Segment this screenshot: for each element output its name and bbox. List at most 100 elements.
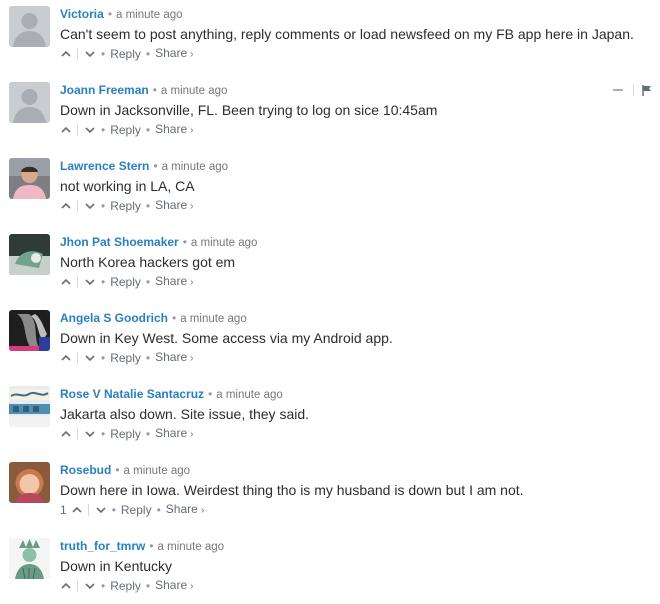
downvote-button[interactable] (84, 428, 96, 440)
comment-body: Can't seem to post anything, reply comme… (60, 26, 634, 42)
comment-actions: • Reply • Share › (60, 350, 193, 366)
author-name[interactable]: Rose V Natalie Santacruz (60, 387, 204, 401)
share-button[interactable]: Share › (155, 274, 193, 290)
share-button[interactable]: Share › (155, 350, 193, 366)
comment-body: Down here in Iowa. Weirdest thing tho is… (60, 482, 524, 498)
reply-button[interactable]: Reply (110, 47, 141, 61)
comment-actions: • Reply • Share › (60, 198, 193, 214)
vote-divider (77, 428, 78, 440)
downvote-button[interactable] (84, 48, 96, 60)
timestamp[interactable]: a minute ago (180, 313, 247, 325)
timestamp[interactable]: a minute ago (162, 161, 229, 173)
default-avatar-icon (9, 6, 50, 47)
comment-body: Jakarta also down. Site issue, they said… (60, 406, 310, 422)
reply-button[interactable]: Reply (110, 199, 141, 213)
vote-divider (77, 200, 78, 212)
user-photo-icon (9, 234, 50, 275)
author-name[interactable]: truth_for_tmrw (60, 539, 145, 553)
chevron-down-icon (85, 51, 95, 58)
author-name[interactable]: Angela S Goodrich (60, 311, 168, 325)
chevron-right-icon: › (200, 505, 205, 516)
reply-button[interactable]: Reply (110, 123, 141, 137)
share-button[interactable]: Share › (155, 198, 193, 214)
chevron-down-icon (85, 279, 95, 286)
timestamp[interactable]: a minute ago (124, 465, 191, 477)
comment-actions: • Reply • Share › (60, 426, 193, 442)
share-button[interactable]: Share › (155, 46, 193, 62)
meta-separator: • (149, 539, 154, 553)
author-name[interactable]: Jhon Pat Shoemaker (60, 235, 179, 249)
flag-icon[interactable] (642, 84, 652, 96)
comment-body: North Korea hackers got em (60, 254, 236, 270)
avatar[interactable] (9, 538, 50, 579)
downvote-button[interactable] (84, 200, 96, 212)
author-name[interactable]: Joann Freeman (60, 83, 149, 97)
share-label: Share (155, 122, 188, 136)
author-name[interactable]: Lawrence Stern (60, 159, 149, 173)
statue-of-liberty-icon (9, 538, 50, 579)
share-button[interactable]: Share › (155, 122, 193, 138)
chevron-right-icon: › (190, 277, 194, 288)
share-label: Share (155, 274, 188, 288)
avatar[interactable] (9, 82, 50, 123)
vote-divider (77, 48, 78, 60)
action-separator: • (145, 427, 151, 441)
avatar[interactable] (9, 386, 50, 427)
reply-button[interactable]: Reply (110, 275, 141, 289)
collapse-icon[interactable] (613, 89, 623, 91)
reply-button[interactable]: Reply (110, 351, 141, 365)
chevron-right-icon: › (190, 201, 194, 212)
comment-meta: Joann Freeman • a minute ago (60, 83, 227, 98)
chevron-right-icon: › (190, 429, 194, 440)
upvote-button[interactable] (60, 352, 72, 364)
timestamp[interactable]: a minute ago (158, 541, 225, 553)
author-name[interactable]: Victoria (60, 7, 104, 21)
chevron-right-icon: › (190, 353, 194, 364)
meta-separator: • (107, 7, 113, 21)
reply-button[interactable]: Reply (121, 503, 152, 517)
share-button[interactable]: Share › (155, 426, 193, 442)
action-separator: • (101, 47, 106, 61)
action-separator: • (145, 47, 151, 61)
share-label: Share (155, 46, 188, 60)
downvote-button[interactable] (84, 352, 96, 364)
timestamp[interactable]: a minute ago (216, 389, 283, 401)
downvote-button[interactable] (84, 276, 96, 288)
action-separator: • (145, 275, 151, 289)
meta-separator: • (172, 311, 177, 325)
downvote-button[interactable] (95, 504, 107, 516)
tools-divider (633, 84, 634, 96)
downvote-button[interactable] (84, 124, 96, 136)
avatar[interactable] (9, 234, 50, 275)
upvote-button[interactable] (60, 428, 72, 440)
action-separator: • (101, 199, 106, 213)
avatar[interactable] (9, 462, 50, 503)
upvote-button[interactable] (71, 504, 83, 516)
chevron-down-icon (85, 127, 95, 134)
share-button[interactable]: Share › (166, 502, 204, 518)
avatar[interactable] (9, 6, 50, 47)
timestamp[interactable]: a minute ago (161, 85, 228, 97)
comment-tools (613, 84, 652, 96)
upvote-button[interactable] (60, 200, 72, 212)
upvote-button[interactable] (60, 276, 72, 288)
timestamp[interactable]: a minute ago (116, 9, 183, 21)
user-photo-icon (9, 386, 50, 427)
chevron-right-icon: › (190, 49, 194, 60)
action-separator: • (111, 503, 116, 517)
vote-divider (77, 124, 78, 136)
share-label: Share (165, 502, 198, 516)
author-name[interactable]: Rosebud (60, 463, 111, 477)
chevron-down-icon (96, 507, 106, 514)
avatar[interactable] (9, 310, 50, 351)
comment-meta: Lawrence Stern • a minute ago (60, 159, 228, 174)
timestamp[interactable]: a minute ago (191, 237, 258, 249)
upvote-button[interactable] (60, 124, 72, 136)
comment-body: Down in Key West. Some access via my And… (60, 330, 393, 346)
comment-meta: Jhon Pat Shoemaker • a minute ago (60, 235, 257, 250)
upvote-button[interactable] (60, 48, 72, 60)
action-separator: • (101, 275, 106, 289)
avatar[interactable] (9, 158, 50, 199)
action-separator: • (101, 123, 106, 137)
reply-button[interactable]: Reply (110, 427, 141, 441)
